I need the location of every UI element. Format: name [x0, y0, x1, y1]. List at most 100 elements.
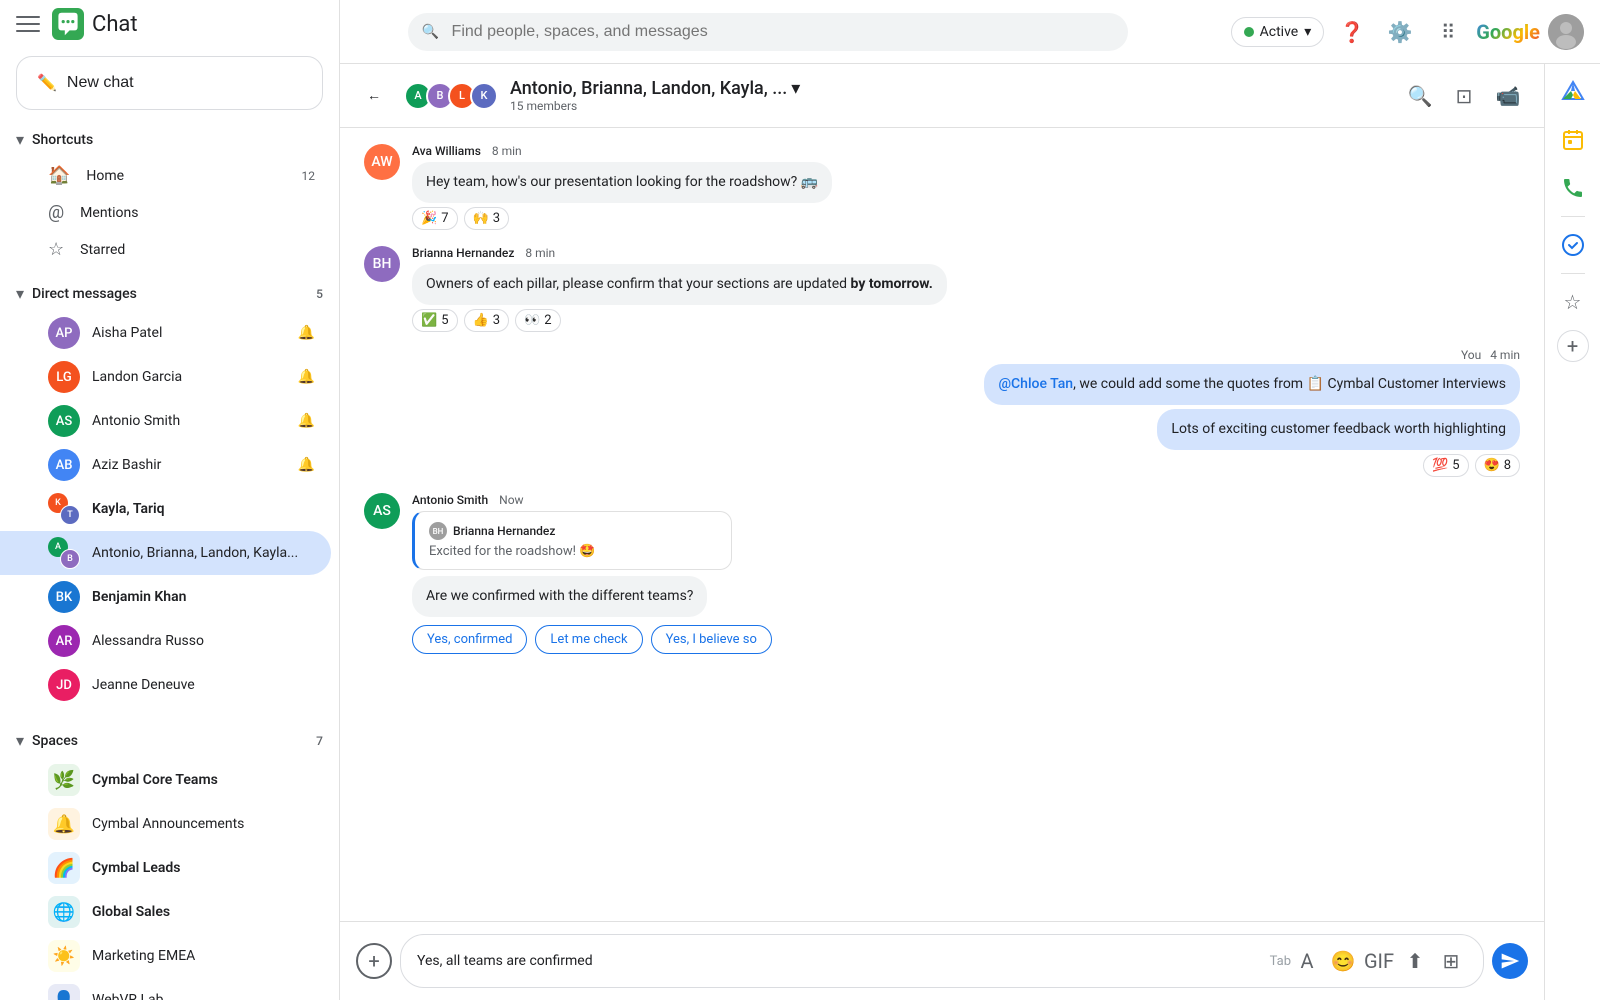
reactions-1: 🎉 7 🙌 3	[412, 207, 832, 230]
phone-rail-icon[interactable]	[1553, 168, 1593, 208]
emoji-button[interactable]: 😊	[1327, 945, 1359, 977]
reaction-2-3[interactable]: 👀 2	[515, 309, 561, 332]
home-count: 12	[302, 169, 316, 183]
shortcuts-header[interactable]: ▾ Shortcuts	[0, 122, 339, 157]
message-input-box[interactable]: Yes, all teams are confirmed Tab A 😊 GIF…	[400, 934, 1484, 988]
smart-reply-3[interactable]: Yes, I believe so	[651, 625, 772, 654]
format-text-button[interactable]: A	[1291, 945, 1323, 977]
apps-button[interactable]: ⠿	[1428, 12, 1468, 52]
reaction-2-2[interactable]: 👍 3	[464, 309, 510, 332]
dm-item-kayla-tariq[interactable]: K T Kayla, Tariq	[0, 487, 331, 531]
user-avatar[interactable]	[1548, 14, 1584, 50]
chat-video-button[interactable]: 📹	[1488, 76, 1528, 116]
smart-reply-1[interactable]: Yes, confirmed	[412, 625, 527, 654]
rail-divider	[1561, 216, 1585, 217]
spaces-chevron: ▾	[16, 731, 24, 750]
dm-label: Direct messages	[32, 286, 137, 302]
more-options-button[interactable]: ⊞	[1435, 945, 1467, 977]
sidebar-item-starred[interactable]: ☆ Starred	[0, 231, 331, 268]
mentions-label: Mentions	[80, 205, 138, 221]
reaction-self-1[interactable]: 💯 5	[1423, 454, 1469, 477]
dm-item-alessandra[interactable]: AR Alessandra Russo	[0, 619, 331, 663]
aisha-bell: 🔔	[298, 325, 315, 341]
back-button[interactable]: ←	[356, 78, 392, 114]
spaces-label: Spaces	[32, 733, 78, 749]
msg-meta-1: Ava Williams 8 min	[412, 144, 832, 158]
space-item-marketing[interactable]: ☀️ Marketing EMEA	[0, 934, 339, 978]
spaces-header[interactable]: ▾ Spaces 7	[0, 723, 339, 758]
chat-title-chevron: ▾	[791, 78, 800, 99]
reaction-1-1[interactable]: 🎉 7	[412, 207, 458, 230]
chat-main: ← A B L K Antonio, Brianna, Landon, Kayl…	[340, 64, 1544, 1000]
sidebar: Chat ✏️ New chat ▾ Shortcuts 🏠 Home 12 @…	[0, 0, 340, 1000]
dm-item-aziz[interactable]: AB Aziz Bashir 🔔	[0, 443, 331, 487]
webvr-name: WebVR Lab	[92, 992, 164, 1000]
space-item-global-sales[interactable]: 🌐 Global Sales	[0, 890, 339, 934]
msg-bubble-1: Hey team, how's our presentation looking…	[412, 162, 832, 203]
global-sales-name: Global Sales	[92, 904, 170, 920]
star-rail-icon[interactable]: ☆	[1553, 282, 1593, 322]
dm-item-landon[interactable]: LG Landon Garcia 🔔	[0, 355, 331, 399]
space-item-cymbal-leads[interactable]: 🌈 Cymbal Leads	[0, 846, 339, 890]
space-item-cymbal-ann[interactable]: 🔔 Cymbal Announcements	[0, 802, 339, 846]
search-bar: 🔍	[408, 13, 1128, 51]
jeanne-name: Jeanne Deneuve	[92, 677, 315, 693]
tasks-rail-icon[interactable]	[1553, 225, 1593, 265]
msg-bubble-2: Owners of each pillar, please confirm th…	[412, 264, 947, 305]
space-item-cymbal-core[interactable]: 🌿 Cymbal Core Teams	[0, 758, 339, 802]
send-button[interactable]	[1492, 943, 1528, 979]
sidebar-item-home[interactable]: 🏠 Home 12	[0, 157, 331, 194]
aziz-bell: 🔔	[298, 457, 315, 473]
cymbal-ann-name: Cymbal Announcements	[92, 816, 244, 832]
upload-button[interactable]: ⬆	[1399, 945, 1431, 977]
app-title: Chat	[92, 12, 138, 37]
group-active-name: Antonio, Brianna, Landon, Kayla...	[92, 545, 315, 561]
smart-reply-2[interactable]: Let me check	[535, 625, 642, 654]
drive-rail-icon[interactable]	[1553, 72, 1593, 112]
input-text: Yes, all teams are confirmed	[417, 953, 1266, 969]
aisha-name: Aisha Patel	[92, 325, 298, 341]
message-group-3: You 4 min @Chloe Tan, we could add some …	[364, 348, 1520, 477]
self-block-3: You 4 min @Chloe Tan, we could add some …	[364, 348, 1520, 477]
status-badge[interactable]: Active ▾	[1231, 17, 1325, 47]
msg-sender-1: Ava Williams	[412, 144, 481, 158]
reaction-2-1[interactable]: ✅ 5	[412, 309, 458, 332]
dm-item-benjamin[interactable]: BK Benjamin Khan	[0, 575, 331, 619]
new-chat-button[interactable]: ✏️ New chat	[16, 56, 323, 110]
sidebar-item-mentions[interactable]: @ Mentions	[0, 194, 331, 231]
kayla-tariq-name: Kayla, Tariq	[92, 501, 315, 517]
calendar-rail-icon[interactable]	[1553, 120, 1593, 160]
add-attachment-button[interactable]: +	[356, 943, 392, 979]
gif-button[interactable]: GIF	[1363, 945, 1395, 977]
chat-expand-button[interactable]: ⊡	[1444, 76, 1484, 116]
top-right: Active ▾ ❓ ⚙️ ⠿ Google	[1231, 12, 1584, 52]
home-label: Home	[86, 168, 124, 184]
search-input[interactable]	[408, 13, 1128, 51]
space-item-webvr[interactable]: 👤 WebVR Lab	[0, 978, 339, 1000]
chat-search-button[interactable]: 🔍	[1400, 76, 1440, 116]
chat-title[interactable]: Antonio, Brianna, Landon, Kayla, ... ▾	[510, 78, 1400, 99]
chat-header-actions: 🔍 ⊡ 📹	[1400, 76, 1528, 116]
dm-item-group-active[interactable]: A B Antonio, Brianna, Landon, Kayla...	[0, 531, 331, 575]
self-meta: You 4 min	[1461, 348, 1520, 362]
msg-sender-2: Brianna Hernandez	[412, 246, 514, 260]
dm-header[interactable]: ▾ Direct messages 5	[0, 276, 339, 311]
settings-button[interactable]: ⚙️	[1380, 12, 1420, 52]
reaction-1-2[interactable]: 🙌 3	[464, 207, 510, 230]
message-row-2: BH Brianna Hernandez 8 min Owners of eac…	[364, 246, 1520, 332]
dm-item-aisha[interactable]: AP Aisha Patel 🔔	[0, 311, 331, 355]
aziz-name: Aziz Bashir	[92, 457, 298, 473]
msg-bubble-4: Are we confirmed with the different team…	[412, 576, 707, 617]
menu-icon[interactable]	[16, 12, 40, 36]
help-button[interactable]: ❓	[1332, 12, 1372, 52]
smart-replies-4: Yes, confirmed Let me check Yes, I belie…	[412, 625, 772, 654]
add-rail-button[interactable]: +	[1557, 330, 1589, 362]
dm-item-jeanne[interactable]: JD Jeanne Deneuve	[0, 663, 331, 707]
dm-item-antonio[interactable]: AS Antonio Smith 🔔	[0, 399, 331, 443]
status-label: Active	[1260, 24, 1299, 40]
new-chat-icon: ✏️	[37, 73, 57, 93]
message-group-2: BH Brianna Hernandez 8 min Owners of eac…	[364, 246, 1520, 332]
alessandra-name: Alessandra Russo	[92, 633, 315, 649]
input-area: + Yes, all teams are confirmed Tab A 😊 G…	[340, 921, 1544, 1000]
reaction-self-2[interactable]: 😍 8	[1475, 454, 1521, 477]
